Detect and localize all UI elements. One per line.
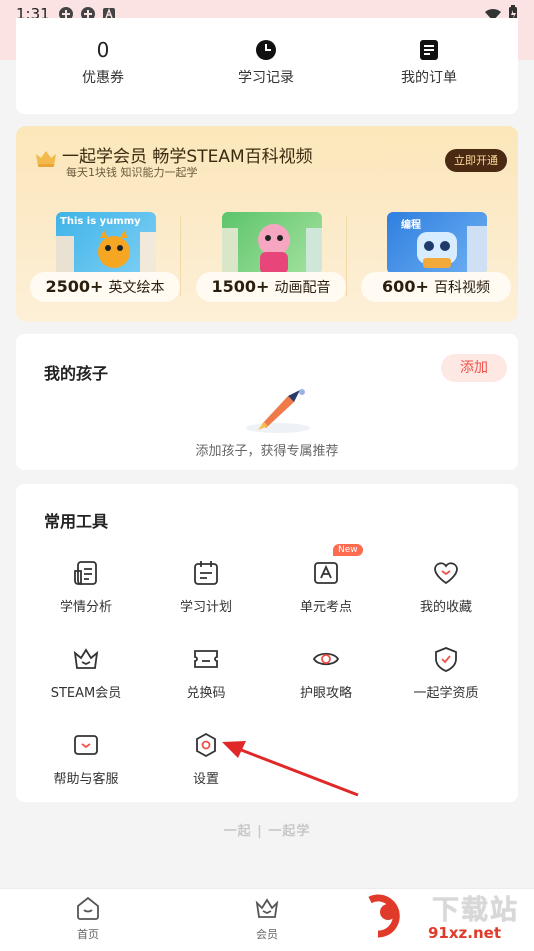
- annotation-arrow: [222, 741, 359, 797]
